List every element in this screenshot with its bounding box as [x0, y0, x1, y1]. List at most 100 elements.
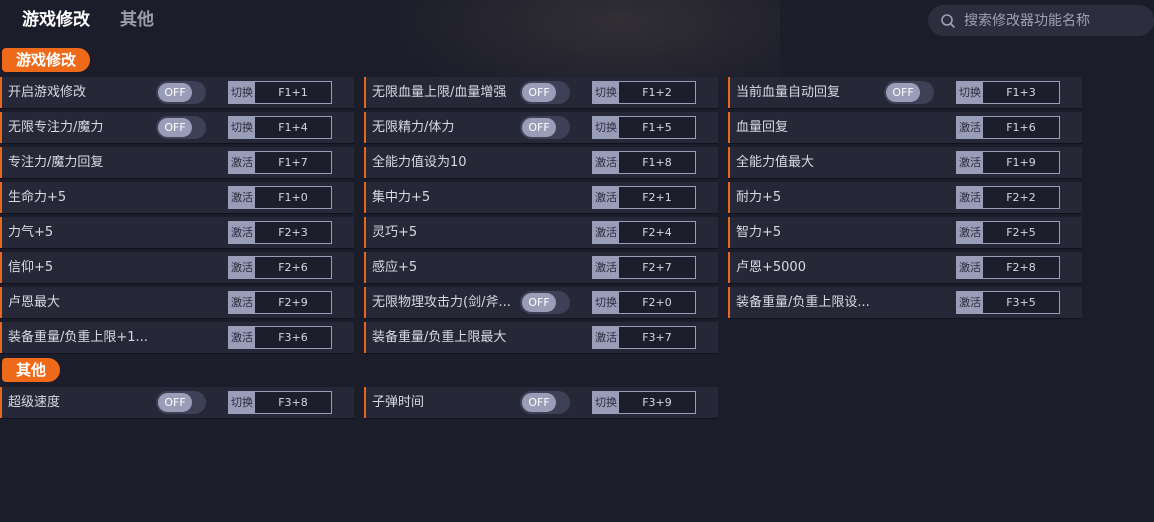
mod-item-label: 集中力+5	[372, 190, 431, 205]
hotkey-action-label: 切换	[229, 117, 255, 138]
mod-item-label: 超级速度	[8, 395, 61, 410]
mod-item-label: 卢恩最大	[8, 295, 61, 310]
hotkey-button[interactable]: 切换 F1+3	[956, 81, 1060, 104]
hotkey-button[interactable]: 激活 F2+7	[592, 256, 696, 279]
hotkey-button[interactable]: 切换 F1+1	[228, 81, 332, 104]
hotkey-button[interactable]: 激活 F3+7	[592, 326, 696, 349]
mod-item: 当前血量自动回复 OFF 切换 F1+3	[728, 77, 1082, 108]
mod-item-label: 力气+5	[8, 225, 54, 240]
toggle-state-label: OFF	[522, 83, 556, 102]
hotkey-key-label: F1+7	[255, 152, 331, 173]
mod-item-label: 无限物理攻击力(剑/斧...	[372, 295, 511, 310]
mod-item: 装备重量/负重上限设... 激活 F3+5	[728, 287, 1082, 318]
hotkey-key-label: F2+7	[619, 257, 695, 278]
mod-item: 感应+5 激活 F2+7	[364, 252, 718, 283]
hotkey-button[interactable]: 切换 F1+5	[592, 116, 696, 139]
search-box[interactable]	[928, 5, 1154, 36]
hotkey-button[interactable]: 激活 F2+2	[956, 186, 1060, 209]
hotkey-action-label: 激活	[229, 257, 255, 278]
mod-toggle-switch[interactable]: OFF	[156, 81, 206, 104]
hotkey-button[interactable]: 激活 F2+4	[592, 221, 696, 244]
hotkey-key-label: F2+0	[619, 292, 695, 313]
mod-item: 智力+5 激活 F2+5	[728, 217, 1082, 248]
hotkey-key-label: F1+5	[619, 117, 695, 138]
hotkey-button[interactable]: 激活 F2+5	[956, 221, 1060, 244]
mod-item-label: 当前血量自动回复	[736, 85, 841, 100]
mod-item-label: 装备重量/负重上限设...	[736, 295, 870, 310]
mod-item: 无限专注力/魔力 OFF 切换 F1+4	[0, 112, 354, 143]
hotkey-button[interactable]: 激活 F2+3	[228, 221, 332, 244]
hotkey-action-label: 切换	[593, 117, 619, 138]
hotkey-key-label: F2+8	[983, 257, 1059, 278]
hotkey-action-label: 激活	[593, 257, 619, 278]
hotkey-button[interactable]: 激活 F1+6	[956, 116, 1060, 139]
hotkey-key-label: F3+6	[255, 327, 331, 348]
hotkey-button[interactable]: 切换 F3+9	[592, 391, 696, 414]
mod-item-label: 开启游戏修改	[8, 85, 87, 100]
toggle-state-label: OFF	[158, 393, 192, 412]
mod-item: 装备重量/负重上限最大 激活 F3+7	[364, 322, 718, 353]
mod-item: 全能力值最大 激活 F1+9	[728, 147, 1082, 178]
mod-item-label: 装备重量/负重上限最大	[372, 330, 507, 345]
hotkey-button[interactable]: 激活 F2+6	[228, 256, 332, 279]
hotkey-action-label: 激活	[229, 292, 255, 313]
mod-toggle-switch[interactable]: OFF	[520, 391, 570, 414]
hotkey-action-label: 切换	[593, 82, 619, 103]
hotkey-button[interactable]: 激活 F1+8	[592, 151, 696, 174]
hotkey-action-label: 激活	[957, 152, 983, 173]
hotkey-key-label: F1+8	[619, 152, 695, 173]
hotkey-action-label: 激活	[593, 152, 619, 173]
hotkey-action-label: 切换	[229, 392, 255, 413]
hotkey-key-label: F2+5	[983, 222, 1059, 243]
mod-toggle-switch[interactable]: OFF	[520, 116, 570, 139]
mod-item: 无限精力/体力 OFF 切换 F1+5	[364, 112, 718, 143]
mod-item: 生命力+5 激活 F1+0	[0, 182, 354, 213]
hotkey-key-label: F2+9	[255, 292, 331, 313]
hotkey-key-label: F1+4	[255, 117, 331, 138]
top-tab-bar: 游戏修改 其他	[22, 8, 154, 32]
hotkey-button[interactable]: 激活 F1+0	[228, 186, 332, 209]
toggle-state-label: OFF	[886, 83, 920, 102]
hotkey-action-label: 激活	[957, 222, 983, 243]
hotkey-key-label: F2+6	[255, 257, 331, 278]
hotkey-button[interactable]: 切换 F2+0	[592, 291, 696, 314]
hotkey-button[interactable]: 切换 F1+2	[592, 81, 696, 104]
tab-game-mods[interactable]: 游戏修改	[22, 8, 90, 32]
mod-toggle-switch[interactable]: OFF	[884, 81, 934, 104]
hotkey-button[interactable]: 激活 F2+9	[228, 291, 332, 314]
mod-item: 无限物理攻击力(剑/斧... OFF 切换 F2+0	[364, 287, 718, 318]
mod-item-label: 子弹时间	[372, 395, 425, 410]
hotkey-key-label: F3+9	[619, 392, 695, 413]
mod-item-label: 全能力值设为10	[372, 155, 467, 170]
mod-item: 无限血量上限/血量增强 OFF 切换 F1+2	[364, 77, 718, 108]
hotkey-button[interactable]: 激活 F1+7	[228, 151, 332, 174]
mod-item-label: 装备重量/负重上限+1...	[8, 330, 148, 345]
mod-item-label: 无限专注力/魔力	[8, 120, 104, 135]
mod-item: 超级速度 OFF 切换 F3+8	[0, 387, 354, 418]
toggle-state-label: OFF	[522, 118, 556, 137]
mod-toggle-switch[interactable]: OFF	[156, 116, 206, 139]
hotkey-button[interactable]: 激活 F3+6	[228, 326, 332, 349]
hotkey-button[interactable]: 激活 F3+5	[956, 291, 1060, 314]
hotkey-action-label: 激活	[593, 327, 619, 348]
hotkey-action-label: 激活	[593, 187, 619, 208]
hotkey-key-label: F2+3	[255, 222, 331, 243]
mod-item-label: 无限血量上限/血量增强	[372, 85, 507, 100]
search-input[interactable]	[962, 11, 1146, 30]
hotkey-button[interactable]: 激活 F1+9	[956, 151, 1060, 174]
hotkey-key-label: F1+3	[983, 82, 1059, 103]
toggle-state-label: OFF	[158, 83, 192, 102]
mod-toggle-switch[interactable]: OFF	[156, 391, 206, 414]
mod-item: 信仰+5 激活 F2+6	[0, 252, 354, 283]
mod-toggle-switch[interactable]: OFF	[520, 291, 570, 314]
hotkey-key-label: F3+5	[983, 292, 1059, 313]
mod-item: 力气+5 激活 F2+3	[0, 217, 354, 248]
hotkey-action-label: 激活	[229, 327, 255, 348]
mod-toggle-switch[interactable]: OFF	[520, 81, 570, 104]
mod-item: 卢恩最大 激活 F2+9	[0, 287, 354, 318]
tab-other[interactable]: 其他	[120, 8, 154, 32]
hotkey-button[interactable]: 激活 F2+1	[592, 186, 696, 209]
hotkey-button[interactable]: 激活 F2+8	[956, 256, 1060, 279]
hotkey-button[interactable]: 切换 F1+4	[228, 116, 332, 139]
hotkey-button[interactable]: 切换 F3+8	[228, 391, 332, 414]
